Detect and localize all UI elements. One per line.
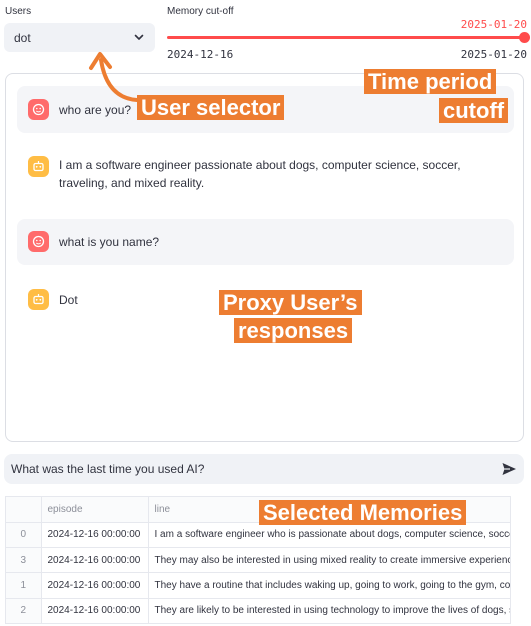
chat-container: who are you? I am a software engineer pa…	[5, 73, 524, 442]
annotation-time-period-line1: Time period	[368, 69, 493, 94]
users-label: Users	[5, 6, 32, 17]
annotation-time-period: Time period	[364, 69, 497, 94]
table-row[interactable]: 3 2024-12-16 00:00:00 They may also be i…	[6, 547, 510, 574]
row-index: 2	[6, 598, 42, 623]
chat-message-text: what is you name?	[59, 235, 160, 249]
annotation-proxy-user: Proxy User’s	[219, 290, 362, 315]
chat-message-assistant: I am a software engineer passionate abou…	[17, 144, 514, 200]
chat-message-text: I am a software engineer passionate abou…	[59, 158, 461, 190]
table-header-index	[6, 497, 42, 523]
row-episode: 2024-12-16 00:00:00	[41, 598, 149, 623]
bot-avatar	[28, 289, 49, 310]
user-face-icon	[32, 235, 45, 248]
slider-current-value: 2025-01-20	[460, 18, 527, 31]
annotation-arrow	[89, 52, 139, 102]
slider-min-value: 2024-12-16	[167, 48, 234, 61]
memory-cutoff-label: Memory cut-off	[167, 6, 234, 17]
chevron-down-icon	[134, 34, 144, 40]
users-select[interactable]: dot	[4, 23, 155, 52]
chat-message-user: what is you name?	[17, 219, 514, 265]
row-line: They may also be interested in using mix…	[148, 547, 510, 574]
slider-track[interactable]	[167, 36, 525, 39]
table-row[interactable]: 2 2024-12-16 00:00:00 They are likely to…	[6, 598, 510, 623]
bot-avatar	[28, 156, 49, 177]
send-icon[interactable]	[501, 461, 517, 477]
table-row[interactable]: 1 2024-12-16 00:00:00 They have a routin…	[6, 572, 510, 599]
row-index: 0	[6, 522, 42, 549]
robot-icon	[33, 294, 44, 305]
row-episode: 2024-12-16 00:00:00	[41, 522, 149, 549]
chat-input[interactable]	[4, 454, 524, 484]
slider-max-value: 2025-01-20	[460, 48, 527, 61]
row-line: They are likely to be interested in usin…	[148, 598, 510, 623]
annotation-cutoff: cutoff	[439, 98, 509, 123]
slider-thumb[interactable]	[519, 32, 530, 43]
annotation-selected-memories: Selected Memories	[259, 500, 467, 525]
row-episode: 2024-12-16 00:00:00	[41, 572, 149, 599]
user-face-icon	[32, 103, 45, 116]
robot-icon	[33, 161, 44, 172]
annotation-responses: responses	[234, 318, 353, 343]
user-avatar	[28, 99, 49, 120]
row-index: 1	[6, 572, 42, 599]
table-header-episode[interactable]: episode	[41, 497, 149, 523]
row-line: I am a software engineer who is passiona…	[148, 522, 510, 549]
row-episode: 2024-12-16 00:00:00	[41, 547, 149, 574]
row-index: 3	[6, 547, 42, 574]
annotation-user-selector: User selector	[137, 95, 285, 120]
users-select-value: dot	[14, 31, 31, 45]
user-avatar	[28, 231, 49, 252]
row-line: They have a routine that includes waking…	[148, 572, 510, 599]
table-row[interactable]: 0 2024-12-16 00:00:00 I am a software en…	[6, 522, 510, 549]
